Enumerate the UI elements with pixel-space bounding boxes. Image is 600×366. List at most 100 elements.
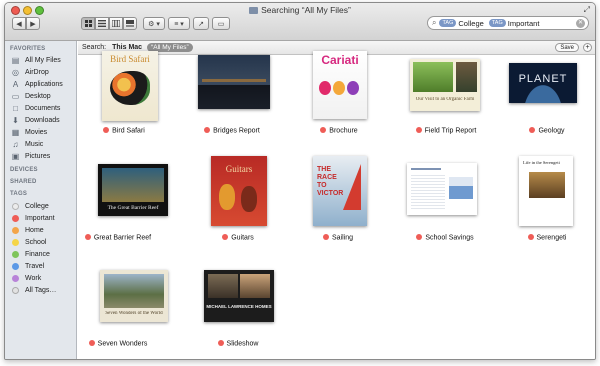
file-name: Brochure bbox=[289, 127, 389, 135]
share-button[interactable]: ↗ bbox=[193, 17, 209, 30]
back-button[interactable]: ◀ bbox=[12, 17, 26, 30]
guitar-illustration bbox=[219, 184, 235, 210]
sidebar-item-applications[interactable]: A Applications bbox=[11, 79, 63, 90]
search-token-kind[interactable]: TAG bbox=[439, 19, 457, 27]
tag-dot-icon bbox=[12, 263, 19, 270]
sidebar-tag-travel[interactable]: Travel bbox=[11, 261, 44, 272]
sidebar-item-label: Applications bbox=[25, 81, 63, 88]
finder-window: Searching “All My Files” ⤢ ◀ ▶ ⚙ ▾ ≡ ▾ ↗… bbox=[4, 2, 596, 360]
wonders-thumb-title: Seven Wonders of the World bbox=[105, 311, 163, 316]
sidebar-tag-finance[interactable]: Finance bbox=[11, 249, 50, 260]
action-menu-button[interactable]: ⚙ ▾ bbox=[143, 17, 165, 30]
column-view-icon bbox=[112, 20, 120, 27]
icon-view-icon bbox=[84, 20, 92, 27]
sidebar-item-label: Work bbox=[25, 275, 42, 282]
serengeti-thumbnail: Life in the Serengeti bbox=[519, 156, 573, 226]
sidebar-item-music[interactable]: ♫ Music bbox=[11, 139, 44, 150]
sidebar-tag-important[interactable]: Important bbox=[11, 213, 55, 224]
file-name: Sailing bbox=[288, 234, 388, 242]
file-item-guitars[interactable]: Guitars Guitars bbox=[188, 156, 288, 244]
icon-view-button[interactable] bbox=[81, 17, 95, 30]
file-item-school-savings[interactable]: School Savings bbox=[395, 156, 495, 244]
file-item-geology[interactable]: PLANET Geology bbox=[497, 56, 595, 144]
sidebar-tag-school[interactable]: School bbox=[11, 237, 46, 248]
important-tag-dot bbox=[415, 127, 422, 133]
tag-dot-icon bbox=[12, 251, 19, 258]
field-trip-thumb-title: Our Visit to an Organic Farm bbox=[415, 97, 475, 102]
search-token-important[interactable]: Important bbox=[508, 19, 540, 28]
fullscreen-icon[interactable]: ⤢ bbox=[584, 5, 590, 15]
sidebar: FAVORITES ▤ All My Files ◎ AirDrop A Applic… bbox=[5, 41, 77, 359]
reef-photo bbox=[102, 168, 164, 202]
home-photo bbox=[240, 274, 270, 298]
farm-photo bbox=[413, 62, 453, 92]
brochure-thumbnail: Cariati bbox=[313, 51, 367, 119]
sidebar-item-movies[interactable]: ▦ Movies bbox=[11, 127, 47, 138]
add-criteria-button[interactable]: + bbox=[583, 43, 592, 52]
tag-dot-icon bbox=[12, 275, 19, 282]
guitars-thumb-title: Guitars bbox=[225, 164, 253, 174]
arrange-menu-button[interactable]: ≡ ▾ bbox=[168, 17, 190, 30]
search-token-kind[interactable]: TAG bbox=[488, 19, 506, 27]
sidebar-tag-all-tags[interactable]: All Tags… bbox=[11, 285, 56, 296]
file-item-field-trip-report[interactable]: Our Visit to an Organic Farm Field Trip … bbox=[396, 56, 496, 144]
sidebar-item-label: All Tags… bbox=[25, 287, 57, 294]
file-item-bird-safari[interactable]: Bird Safari Bird Safari bbox=[74, 51, 174, 144]
file-item-great-barrier-reef[interactable]: The Great Barrier Reef Great Barrier Ree… bbox=[68, 156, 168, 244]
sidebar-item-all-my-files[interactable]: ▤ All My Files bbox=[11, 55, 61, 66]
tag-dot-icon bbox=[12, 239, 19, 246]
movies-icon: ▦ bbox=[11, 128, 20, 137]
music-icon: ♫ bbox=[12, 140, 19, 149]
important-tag-dot bbox=[204, 127, 211, 133]
glass-illustration bbox=[319, 81, 331, 95]
glass-illustration bbox=[333, 81, 345, 95]
search-token-college[interactable]: College bbox=[458, 19, 483, 28]
field-trip-thumbnail: Our Visit to an Organic Farm bbox=[410, 59, 480, 111]
sidebar-item-label: Important bbox=[25, 215, 55, 222]
scope-this-mac[interactable]: This Mac bbox=[112, 44, 142, 51]
geology-thumb-title: PLANET bbox=[518, 73, 568, 85]
important-tag-dot bbox=[222, 234, 229, 240]
favorites-heading: FAVORITES bbox=[10, 46, 46, 52]
important-tag-dot bbox=[217, 340, 224, 346]
file-item-bridges-report[interactable]: Bridges Report bbox=[182, 55, 282, 144]
important-tag-dot bbox=[88, 340, 95, 346]
important-tag-dot bbox=[322, 234, 329, 240]
search-input[interactable]: ⌕ TAG College TAG Important ✕ bbox=[427, 16, 589, 30]
list-view-icon bbox=[98, 20, 106, 27]
sidebar-tag-work[interactable]: Work bbox=[11, 273, 41, 284]
sidebar-item-desktop[interactable]: ▭ Desktop bbox=[11, 91, 51, 102]
sidebar-item-airdrop[interactable]: ◎ AirDrop bbox=[11, 67, 49, 78]
file-grid: Bird Safari Bird Safari Bridges Report C… bbox=[78, 51, 595, 359]
list-view-button[interactable] bbox=[95, 17, 109, 30]
sidebar-item-downloads[interactable]: ⬇ Downloads bbox=[11, 115, 60, 126]
arrange-icon: ≡ ▾ bbox=[174, 20, 184, 28]
sidebar-tag-home[interactable]: Home bbox=[11, 225, 44, 236]
search-scope-label: Search: bbox=[82, 44, 107, 51]
spreadsheet-line bbox=[411, 168, 441, 170]
file-item-sailing[interactable]: THE RACE TO VICTORY Sailing bbox=[288, 156, 388, 244]
bird-safari-thumb-title: Bird Safari bbox=[110, 54, 150, 64]
file-item-slideshow[interactable]: MICHAEL LAWRENCE HOMES Slideshow bbox=[188, 266, 288, 354]
file-item-brochure[interactable]: Cariati Brochure bbox=[289, 51, 389, 144]
important-tag-dot bbox=[320, 127, 327, 133]
sail-illustration bbox=[343, 164, 361, 210]
file-item-serengeti[interactable]: Life in the Serengeti Serengeti bbox=[497, 156, 595, 244]
sidebar-tag-college[interactable]: College bbox=[11, 201, 49, 212]
save-search-button[interactable]: Save bbox=[555, 43, 579, 52]
toucan-illustration bbox=[110, 71, 150, 105]
clear-search-icon[interactable]: ✕ bbox=[576, 18, 585, 28]
edit-tags-button[interactable]: ▭ bbox=[212, 17, 230, 30]
sidebar-item-pictures[interactable]: ▣ Pictures bbox=[11, 151, 51, 162]
window-title-text: Searching “All My Files” bbox=[261, 5, 351, 15]
file-name: Geology bbox=[497, 127, 595, 135]
forward-button[interactable]: ▶ bbox=[26, 17, 40, 30]
coverflow-view-button[interactable] bbox=[123, 17, 137, 30]
sidebar-item-label: Home bbox=[25, 227, 44, 234]
great-barrier-reef-thumbnail: The Great Barrier Reef bbox=[98, 164, 168, 216]
sidebar-item-documents[interactable]: □ Documents bbox=[11, 103, 60, 114]
bird-safari-thumbnail: Bird Safari bbox=[102, 51, 158, 121]
file-item-seven-wonders[interactable]: Seven Wonders of the World Seven Wonders bbox=[68, 266, 168, 354]
file-name: Serengeti bbox=[497, 234, 595, 242]
column-view-button[interactable] bbox=[109, 17, 123, 30]
